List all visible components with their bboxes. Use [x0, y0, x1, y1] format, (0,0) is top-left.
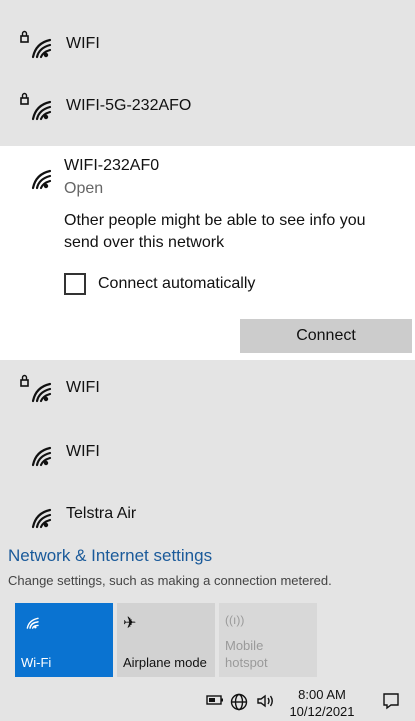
tile-label: Mobile hotspot	[225, 637, 268, 671]
tile-label: Airplane mode	[123, 655, 207, 670]
checkbox-label: Connect automatically	[98, 275, 256, 292]
expanded-network-panel: WIFI-232AF0 Open Other people might be a…	[0, 146, 415, 360]
connect-automatically-checkbox[interactable]: Connect automatically	[64, 273, 255, 295]
network-status: Open	[64, 180, 104, 197]
checkbox-box[interactable]	[64, 273, 86, 295]
notifications-icon[interactable]	[382, 692, 400, 710]
hotspot-icon: ((ı))	[225, 613, 245, 627]
network-item[interactable]: WIFI	[0, 370, 415, 406]
wifi-open-icon	[20, 437, 54, 467]
wifi-secured-icon	[20, 373, 54, 403]
network-name: WIFI-5G-232AFO	[66, 97, 192, 114]
wifi-secured-icon	[20, 91, 54, 121]
speaker-icon[interactable]	[256, 693, 276, 713]
tile-label-line1: Mobile	[225, 638, 264, 653]
tile-label: Wi-Fi	[21, 655, 52, 670]
clock-date[interactable]: 10/12/2021	[286, 704, 358, 720]
security-warning: Other people might be able to see info y…	[64, 212, 366, 251]
clock-time[interactable]: 8:00 AM	[286, 687, 358, 703]
wifi-open-icon	[20, 160, 54, 190]
network-name: WIFI	[66, 443, 100, 460]
network-name: Telstra Air	[66, 505, 137, 522]
network-item[interactable]: Telstra Air	[0, 496, 415, 532]
connect-button[interactable]: Connect	[240, 319, 412, 353]
network-item[interactable]: WIFI-5G-232AFO	[0, 88, 415, 124]
wifi-secured-icon	[20, 29, 54, 59]
network-item[interactable]: WIFI	[0, 434, 415, 470]
network-settings-link[interactable]: Network & Internet settings	[8, 546, 212, 566]
network-item[interactable]: WIFI	[0, 26, 415, 62]
wifi-toggle-tile[interactable]: Wi-Fi	[15, 603, 113, 677]
network-settings-description: Change settings, such as making a connec…	[8, 573, 332, 588]
battery-icon[interactable]	[206, 693, 224, 711]
network-name: WIFI	[66, 35, 100, 52]
airplane-mode-tile[interactable]: ✈ Airplane mode	[117, 603, 215, 677]
network-name: WIFI	[66, 379, 100, 396]
mobile-hotspot-tile[interactable]: ((ı)) Mobile hotspot	[219, 603, 317, 677]
wifi-icon	[21, 613, 39, 634]
wifi-open-icon	[20, 499, 54, 529]
tile-label-line2: hotspot	[225, 655, 268, 670]
airplane-icon: ✈	[123, 615, 137, 632]
network-name: WIFI-232AF0	[64, 157, 160, 174]
globe-icon[interactable]	[230, 693, 248, 715]
taskbar: 8:00 AM 10/12/2021	[0, 683, 415, 721]
